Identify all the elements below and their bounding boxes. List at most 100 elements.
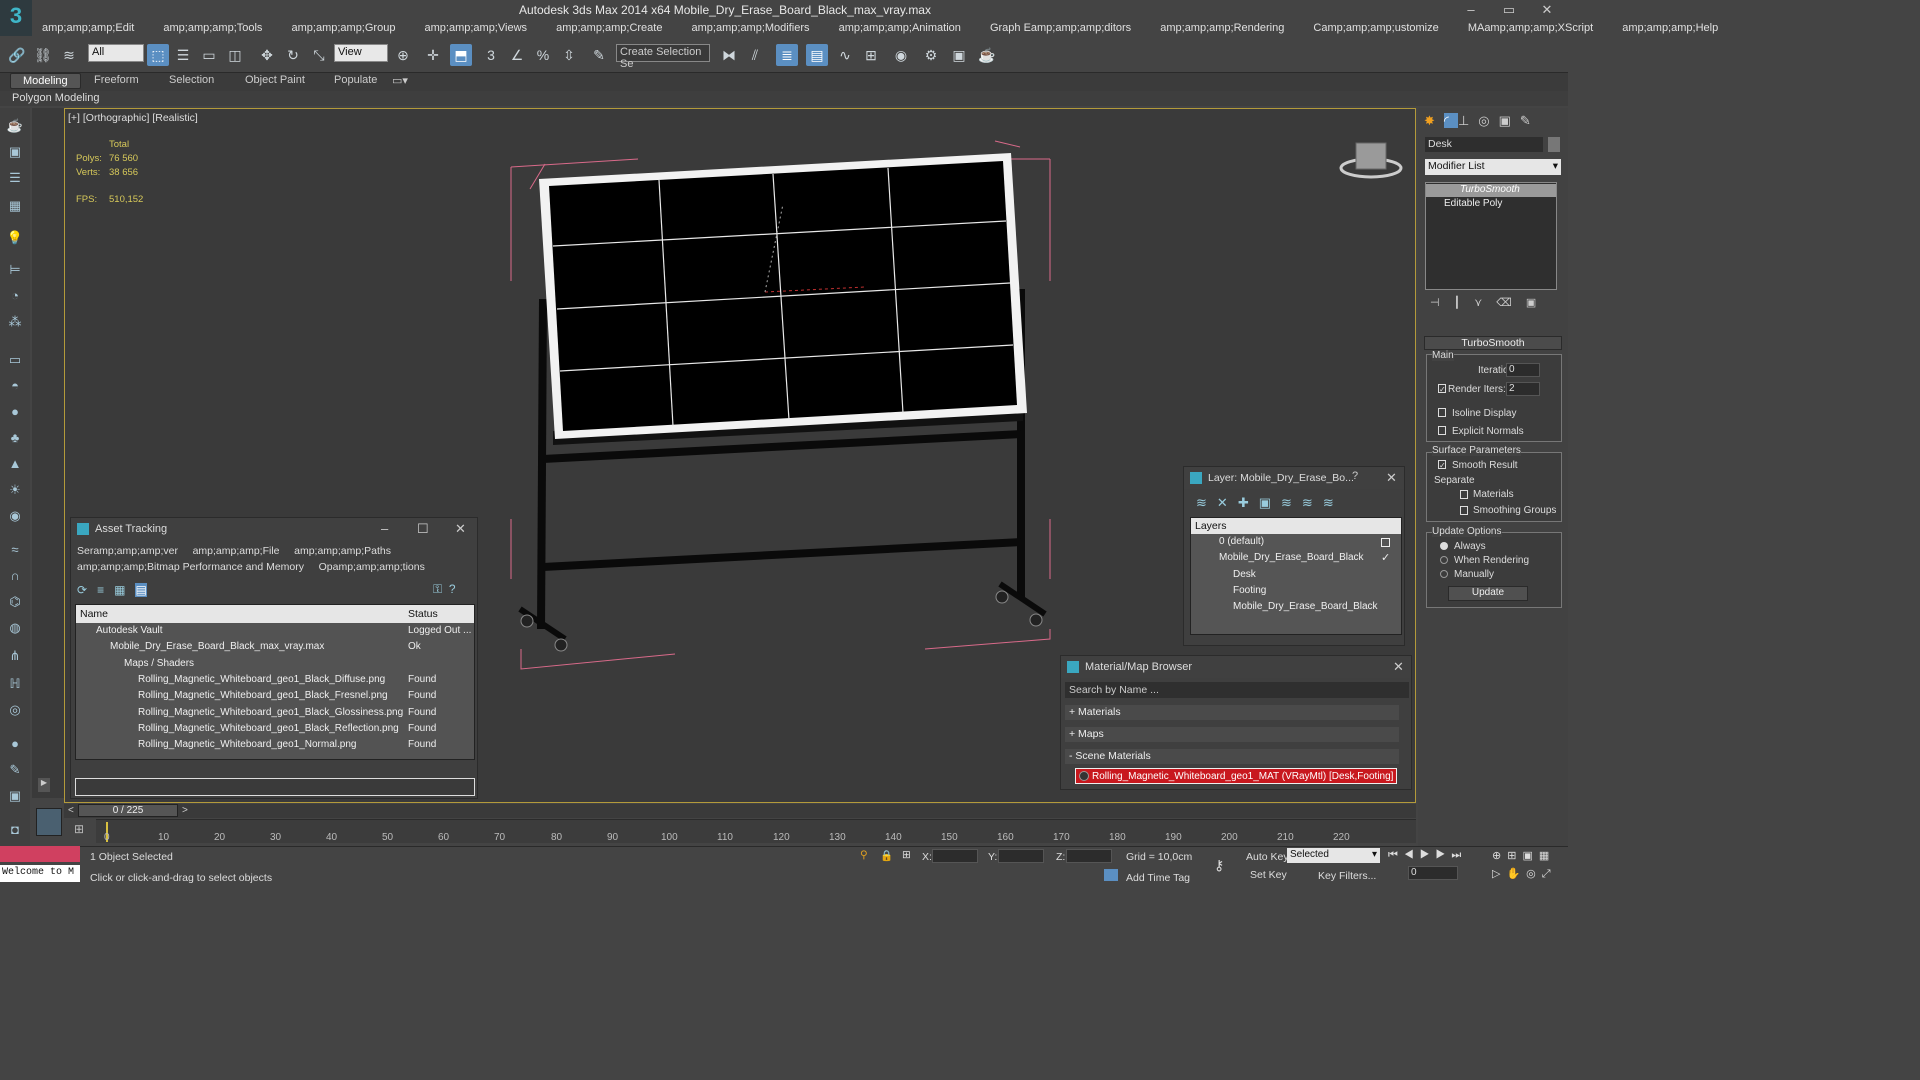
prev-frame-icon[interactable]: ◀	[1404, 849, 1420, 861]
vault-icon[interactable]: ⚿	[433, 582, 442, 596]
menu-help[interactable]: amp;amp;amp;Help	[1614, 22, 1718, 34]
col-name-header[interactable]: Name	[80, 608, 108, 620]
named-selection-set-field[interactable]: Create Selection Se	[616, 44, 710, 70]
key-icon[interactable]: ⚷	[1214, 857, 1224, 874]
table-row[interactable]: Rolling_Magnetic_Whiteboard_geo1_Black_F…	[138, 690, 436, 706]
asset-menu-file[interactable]: amp;amp;amp;File	[193, 545, 280, 557]
smoothing-groups-checkbox[interactable]	[1460, 506, 1468, 515]
separate-materials-checkbox[interactable]	[1460, 490, 1468, 499]
time-tag-icon[interactable]	[1104, 869, 1118, 881]
field-of-view-icon[interactable]: ▷	[1492, 868, 1506, 880]
pin-stack-icon[interactable]: ⊣	[1430, 297, 1454, 309]
schematic-view-icon[interactable]: ⊞	[860, 44, 882, 66]
tab-modeling[interactable]: Modeling	[10, 73, 81, 89]
ruler-icon[interactable]: ⊨	[4, 262, 26, 282]
expand-arrow-icon[interactable]: ▶	[38, 778, 50, 792]
selection-lock-icon[interactable]: 🔒	[880, 849, 893, 862]
layer-item[interactable]: Mobile_Dry_Erase_Board_Black	[1233, 601, 1378, 617]
graphite-ribbon-icon[interactable]: ▤	[806, 44, 828, 66]
layers-header[interactable]: Layers	[1191, 518, 1401, 534]
thumbnail-view-icon[interactable]: ▦	[114, 583, 125, 597]
asset-menu-paths[interactable]: amp;amp;amp;Paths	[294, 545, 391, 557]
layer-manager-icon[interactable]: ≣	[776, 44, 798, 66]
table-view-icon[interactable]: ▤	[135, 583, 147, 597]
asset-minimize-button[interactable]: –	[381, 521, 388, 536]
layer-item[interactable]: Footing	[1233, 585, 1266, 601]
materials-section[interactable]: + Materials	[1065, 705, 1399, 720]
brush-icon[interactable]: ✎	[4, 762, 26, 782]
always-radio[interactable]	[1440, 542, 1448, 550]
select-object-icon[interactable]: ⬚	[147, 44, 169, 66]
scene-materials-section[interactable]: - Scene Materials	[1065, 749, 1399, 764]
turbosmooth-rollout-header[interactable]: TurboSmooth	[1424, 336, 1562, 350]
molecule-icon[interactable]: ⌬	[4, 594, 26, 614]
particles-icon[interactable]: ⁂	[4, 314, 26, 334]
explicit-normals-checkbox[interactable]	[1438, 426, 1446, 435]
current-layer-checkbox[interactable]	[1381, 538, 1390, 547]
monitor-icon[interactable]: ▣	[4, 788, 26, 808]
manually-radio[interactable]	[1440, 570, 1448, 578]
restore-button[interactable]: ▭	[1494, 2, 1524, 18]
percent-snap-icon[interactable]: %	[532, 44, 554, 66]
list-icon[interactable]: ☰	[4, 170, 26, 190]
tree-icon[interactable]: ♣	[4, 430, 26, 450]
goto-start-icon[interactable]: ⏮	[1388, 849, 1404, 861]
stack-item-turbosmooth[interactable]: TurboSmooth	[1426, 184, 1556, 197]
magnet-icon[interactable]: ∩	[4, 568, 26, 588]
tab-object-paint[interactable]: Object Paint	[233, 73, 317, 89]
move-icon[interactable]: ✥	[256, 44, 278, 66]
table-row[interactable]: Rolling_Magnetic_Whiteboard_geo1_Normal.…	[138, 739, 436, 755]
object-color-swatch[interactable]	[1548, 137, 1560, 152]
maximize-viewport-icon[interactable]: ⤢	[1542, 868, 1557, 880]
track-bar[interactable]: 0 10 20 30 40 50 60 70 80 90 100 110 120…	[96, 819, 1416, 843]
help-icon[interactable]: ?	[449, 582, 456, 596]
when-rendering-radio[interactable]	[1440, 556, 1448, 564]
maps-section[interactable]: + Maps	[1065, 727, 1399, 742]
menu-edit[interactable]: amp;amp;amp;Edit	[34, 22, 134, 34]
utilities-tab-icon[interactable]: ✎	[1520, 113, 1540, 128]
modifier-list-dropdown[interactable]: Modifier List ▾	[1425, 159, 1561, 175]
hierarchy-tab-icon[interactable]: ⊥	[1458, 113, 1478, 128]
shell-icon[interactable]: ◎	[4, 702, 26, 722]
set-key-button[interactable]: Set Key	[1250, 869, 1287, 881]
keyboard-shortcut-override-icon[interactable]: ⬒	[450, 44, 472, 66]
auto-key-button[interactable]: Auto Key	[1246, 851, 1289, 863]
material-browser-title[interactable]: Material/Map Browser	[1061, 656, 1411, 678]
update-button[interactable]: Update	[1448, 586, 1528, 601]
layer-item[interactable]: Desk	[1233, 569, 1256, 585]
next-frame-icon[interactable]: ▶	[1436, 849, 1452, 861]
list-view-icon[interactable]: ≡	[97, 583, 104, 597]
asset-path-field[interactable]	[75, 778, 475, 796]
col-status-header[interactable]: Status	[408, 608, 438, 620]
zoom-extents-all-icon[interactable]: ▦	[1539, 850, 1555, 862]
x-coordinate-field[interactable]	[932, 849, 978, 863]
hide-layers-icon[interactable]: ≋	[1302, 495, 1323, 510]
render-production-icon[interactable]: ☕	[976, 44, 998, 66]
asset-menu-server[interactable]: Seramp;amp;amp;ver	[77, 545, 178, 557]
viewcube[interactable]	[1339, 142, 1403, 179]
make-unique-icon[interactable]: ⋎	[1474, 297, 1496, 309]
table-row[interactable]: Maps / Shaders	[124, 658, 194, 674]
material-search-input[interactable]: Search by Name ...	[1065, 682, 1409, 698]
grass-icon[interactable]: ⋔	[4, 648, 26, 668]
render-iters-spinner[interactable]: 2	[1506, 382, 1540, 396]
render-setup-icon[interactable]: ⚙	[920, 44, 942, 66]
freeze-layers-icon[interactable]: ≋	[1323, 495, 1344, 510]
table-row[interactable]: Rolling_Magnetic_Whiteboard_geo1_Black_D…	[138, 674, 436, 690]
bind-spacewarp-icon[interactable]: ≋	[58, 44, 80, 66]
minimize-button[interactable]: –	[1456, 2, 1486, 18]
rendered-frame-window-icon[interactable]: ▣	[948, 44, 970, 66]
material-editor-icon[interactable]: ◉	[890, 44, 912, 66]
asset-maximize-button[interactable]: ☐	[417, 521, 429, 537]
rect-selection-icon[interactable]: ▭	[198, 44, 220, 66]
ribbon-options-icon[interactable]: ▭▾	[388, 73, 412, 89]
material-browser-close-button[interactable]: ✕	[1393, 659, 1404, 675]
dial-icon[interactable]: ◔	[4, 288, 26, 308]
create-tab-icon[interactable]: ✸	[1424, 113, 1444, 128]
layer-item[interactable]: Mobile_Dry_Erase_Board_Black	[1219, 552, 1364, 568]
menu-maxscript[interactable]: MAamp;amp;amp;XScript	[1460, 22, 1593, 34]
maxscript-mini-listener[interactable]: Welcome to M	[0, 865, 80, 882]
select-by-name-icon[interactable]: ☰	[172, 44, 194, 66]
tab-populate[interactable]: Populate	[322, 73, 389, 89]
display-tab-icon[interactable]: ▣	[1499, 113, 1520, 128]
